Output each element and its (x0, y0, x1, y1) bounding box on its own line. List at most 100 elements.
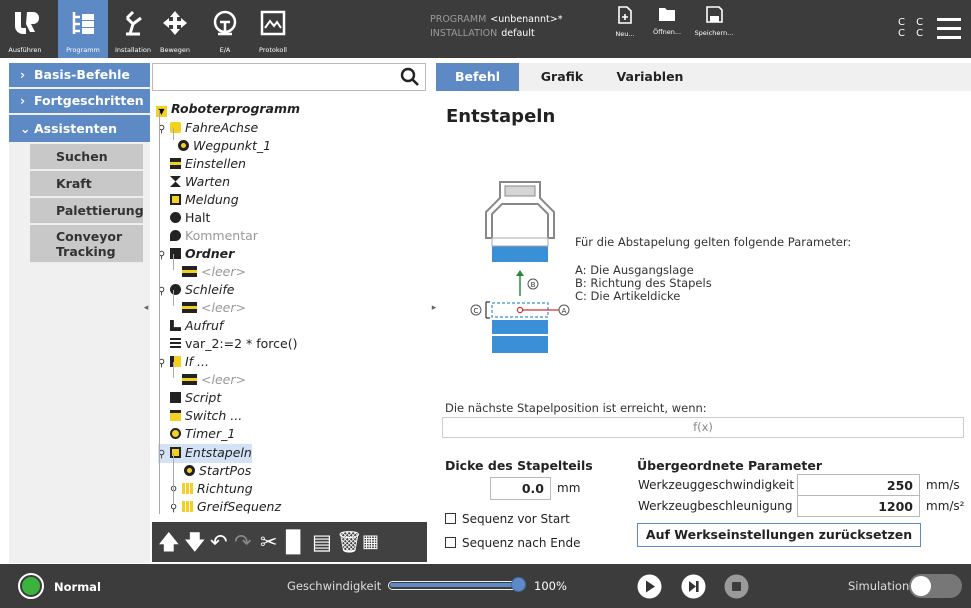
tree-node[interactable]: Halt (170, 209, 210, 226)
search-input[interactable] (152, 63, 426, 91)
tree-node[interactable]: Wegpunkt_1 (178, 137, 271, 154)
expand-pin-icon[interactable]: ⚲ (170, 500, 180, 517)
nav-program[interactable]: Programm (58, 0, 108, 58)
stop-icon[interactable] (724, 574, 749, 599)
tool-speed-input[interactable]: 250 (797, 474, 920, 496)
thickness-input[interactable]: 0.0 (490, 477, 551, 500)
tool-acc-input[interactable]: 1200 (797, 495, 920, 517)
tab-command[interactable]: Befehl (436, 63, 519, 91)
speed-slider-knob[interactable] (511, 577, 526, 592)
checkbox-icon[interactable] (445, 513, 456, 524)
cut-icon[interactable]: ✂ (260, 530, 278, 554)
wizard-search-label: Suchen (56, 149, 108, 164)
new-button[interactable]: Neu... (605, 6, 645, 38)
io-icon (213, 10, 237, 36)
tab-graphics[interactable]: Grafik (519, 63, 605, 91)
menu-icon[interactable] (937, 18, 961, 45)
redo-icon[interactable]: ↷ (234, 530, 252, 554)
seq-before-checkbox[interactable]: Sequenz vor Start (445, 512, 570, 526)
tree-node[interactable]: ⚲ GreifSequenz (170, 498, 281, 517)
move-up-icon[interactable]: 🡅 (158, 530, 180, 554)
play-icon[interactable] (637, 574, 662, 599)
intro-text: Für die Abstapelung gelten folgende Para… (575, 235, 852, 249)
loop-icon (170, 284, 181, 295)
chevron-right-icon: › (20, 67, 26, 82)
reset-defaults-button[interactable]: Auf Werkseinstellungen zurücksetzen (637, 523, 921, 547)
tab-graphics-label: Grafik (540, 69, 584, 84)
halt-icon (170, 212, 181, 223)
tree-node[interactable]: Timer_1 (170, 425, 235, 442)
folder-icon (659, 8, 675, 21)
tree-node[interactable]: Warten (170, 173, 230, 190)
delete-icon[interactable]: 🗑 (336, 530, 363, 554)
expand-pin-icon[interactable]: ⚲ (170, 482, 180, 499)
robot-status: Normal (54, 580, 101, 594)
waypoint-icon (184, 465, 195, 476)
thickness-label: Dicke des Stapelteils (445, 458, 593, 473)
step-icon[interactable] (681, 574, 706, 599)
nav-run[interactable]: Ausführen (0, 0, 50, 58)
nav-program-label: Programm (66, 46, 100, 54)
tree-node[interactable]: Meldung (170, 191, 239, 208)
tree-node[interactable]: Switch ... (170, 407, 242, 424)
program-name: <unbenannt>* (490, 14, 563, 25)
tree-node-label: Richtung (197, 481, 253, 496)
tree-node-label: var_2:=2 * force() (185, 336, 298, 351)
diagram-label-b: B (531, 281, 536, 289)
tree-node[interactable]: ⚲ Richtung (170, 480, 253, 499)
tab-variables[interactable]: Variablen (605, 63, 695, 91)
simulation-toggle-knob (911, 576, 931, 596)
nav-move[interactable]: Bewegen (150, 0, 200, 58)
undo-icon[interactable]: ↶ (210, 530, 228, 554)
move-icon (163, 11, 187, 35)
open-button[interactable]: Öffnen... (647, 6, 687, 36)
tree-node[interactable]: StartPos (184, 462, 251, 479)
call-icon (170, 320, 181, 331)
power-status-icon[interactable] (17, 572, 45, 600)
save-button[interactable]: Speichern... (694, 6, 734, 37)
tree-node[interactable]: <leer> (182, 371, 246, 388)
tree-node[interactable]: ⚲ Ordner (158, 245, 234, 264)
move-down-icon[interactable]: 🡇 (184, 530, 206, 554)
wizard-search[interactable]: Suchen (30, 144, 143, 170)
search-icon[interactable] (400, 67, 420, 87)
seq-after-checkbox[interactable]: Sequenz nach Ende (445, 536, 581, 550)
tree-node-label: <leer> (201, 372, 246, 387)
empty-placeholder-icon (182, 302, 197, 313)
copy-icon[interactable]: ▉ (286, 530, 302, 554)
tree-node[interactable]: Kommentar (170, 227, 258, 244)
tree-node[interactable]: <leer> (182, 299, 246, 316)
suppress-icon[interactable]: ▦ (362, 530, 379, 554)
category-basic[interactable]: › Basis-Befehle (9, 63, 150, 87)
nav-log[interactable]: Protokoll (248, 0, 298, 58)
tree-node[interactable]: ⚲ Schleife (158, 281, 234, 300)
wizard-conveyor[interactable]: Conveyor Tracking (30, 225, 143, 263)
comment-icon (170, 230, 181, 241)
tree-node[interactable]: <leer> (182, 263, 246, 280)
tree-node[interactable]: Aufruf (170, 317, 223, 334)
collapse-left-handle[interactable]: ◂ (141, 303, 151, 317)
wizard-pallet[interactable]: Palettierung (30, 198, 144, 224)
tree-node[interactable]: ⚲ If ... (158, 353, 209, 372)
tree-node-label: Kommentar (185, 228, 258, 243)
tab-command-label: Befehl (454, 69, 501, 84)
speed-slider[interactable] (388, 577, 526, 592)
sequence-icon (182, 483, 193, 494)
save-icon (705, 6, 723, 23)
tree-node[interactable]: Script (170, 389, 221, 406)
category-wizards[interactable]: ⌄ Assistenten (9, 115, 150, 142)
nav-io[interactable]: E/A (200, 0, 250, 58)
condition-expression-field[interactable]: f(x) (442, 417, 964, 438)
timer-icon (170, 428, 181, 439)
paste-icon[interactable]: ▤ (312, 530, 332, 554)
simulation-toggle[interactable] (909, 574, 962, 598)
checkbox-icon[interactable] (445, 537, 456, 548)
tab-variables-label: Variablen (616, 69, 684, 84)
tree-node[interactable]: var_2:=2 * force() (170, 335, 297, 352)
category-advanced[interactable]: › Fortgeschritten (9, 89, 150, 113)
param-a-text: A: Die Ausgangslage (575, 263, 694, 277)
wizard-force[interactable]: Kraft (30, 171, 143, 197)
tree-node[interactable]: Einstellen (170, 155, 246, 172)
tree-root[interactable]: ▼ Roboterprogramm (156, 100, 300, 117)
program-icon (72, 12, 94, 34)
